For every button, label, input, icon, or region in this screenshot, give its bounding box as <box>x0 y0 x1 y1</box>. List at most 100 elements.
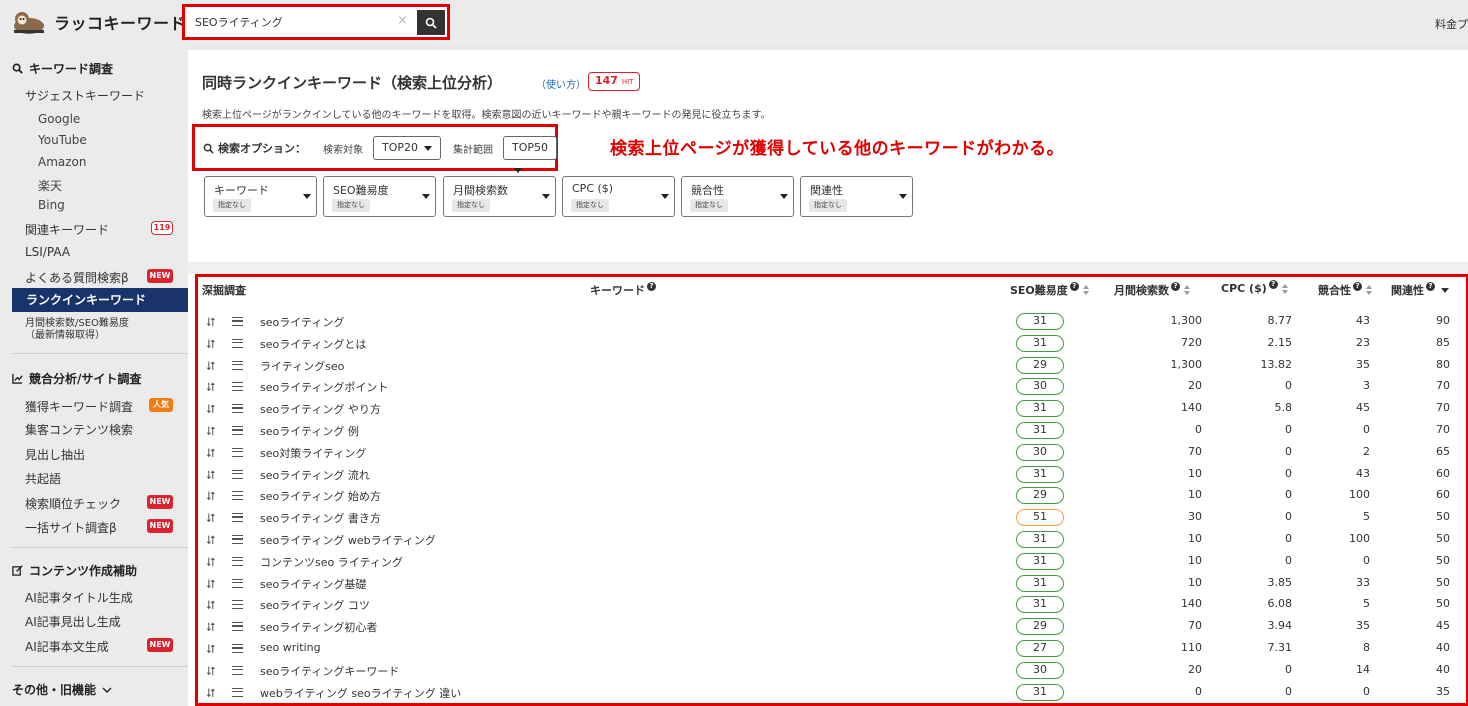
help-icon[interactable]: ? <box>1353 281 1362 291</box>
dig-loop-icon[interactable]: ⮃ <box>206 533 216 548</box>
other-section-header[interactable]: その他・旧機能 <box>12 681 112 698</box>
keyword-cell[interactable]: seoライティング やり方 <box>260 401 381 417</box>
dig-loop-icon[interactable]: ⮃ <box>206 686 216 701</box>
sidebar-item-rankin[interactable]: ランクインキーワード <box>12 288 188 312</box>
menu-icon[interactable] <box>232 360 243 370</box>
keyword-cell[interactable]: seoライティングキーワード <box>260 663 399 679</box>
sidebar-item-faq[interactable]: よくある質問検索β <box>25 269 129 286</box>
sort-icon[interactable] <box>1184 285 1191 295</box>
sort-icon[interactable] <box>1366 285 1373 295</box>
keyword-cell[interactable]: ライティングseo <box>260 358 344 374</box>
dig-loop-icon[interactable]: ⮃ <box>206 424 216 439</box>
menu-icon[interactable] <box>232 600 243 610</box>
dig-loop-icon[interactable]: ⮃ <box>206 664 216 679</box>
sidebar-item-cooccur[interactable]: 共起語 <box>25 470 61 487</box>
menu-icon[interactable] <box>232 382 243 392</box>
keyword-cell[interactable]: seoライティング基礎 <box>260 576 366 592</box>
sidebar-item-rank-check[interactable]: 検索順位チェック <box>25 495 121 512</box>
dig-loop-icon[interactable]: ⮃ <box>206 402 216 417</box>
dig-loop-icon[interactable]: ⮃ <box>206 598 216 613</box>
search-button[interactable] <box>417 10 445 35</box>
range-select[interactable]: TOP50 <box>503 136 558 173</box>
keyword-cell[interactable]: コンテンツseo ライティング <box>260 554 403 570</box>
filter-keyword[interactable]: キーワード 指定なし <box>204 176 317 217</box>
menu-icon[interactable] <box>232 404 243 414</box>
sort-icon[interactable] <box>1281 283 1289 294</box>
sidebar-item-heading-extract[interactable]: 見出し抽出 <box>25 446 85 463</box>
dig-loop-icon[interactable]: ⮃ <box>206 620 216 635</box>
sort-desc-icon[interactable] <box>1441 287 1449 293</box>
menu-icon[interactable] <box>232 491 243 501</box>
dig-loop-icon[interactable]: ⮃ <box>206 511 216 526</box>
logo[interactable]: ラッコキーワード <box>10 8 186 36</box>
header-seo[interactable]: SEO難易度? <box>1010 281 1090 298</box>
keyword-cell[interactable]: seoライティング コツ <box>260 597 370 613</box>
keyword-cell[interactable]: seoライティングとは <box>260 336 366 352</box>
sidebar-item-monthly[interactable]: 月間検索数/SEO難易度 （最新情報取得） <box>25 318 129 342</box>
dig-loop-icon[interactable]: ⮃ <box>206 446 216 461</box>
help-icon[interactable]: ? <box>1268 280 1278 289</box>
keyword-cell[interactable]: seoライティング初心者 <box>260 619 377 635</box>
menu-icon[interactable] <box>232 317 243 326</box>
keyword-cell[interactable]: webライティング seoライティング 違い <box>260 685 461 701</box>
help-icon[interactable]: ? <box>1069 281 1079 291</box>
help-icon[interactable]: ? <box>647 281 656 291</box>
sidebar-item-ai-heading[interactable]: AI記事見出し生成 <box>25 613 121 630</box>
search-input[interactable] <box>189 11 415 33</box>
sidebar-item-bing[interactable]: Bing <box>38 198 65 212</box>
sort-icon[interactable] <box>1082 285 1090 295</box>
header-keyword[interactable]: キーワード? <box>590 281 656 298</box>
keyword-cell[interactable]: seoライティング 流れ <box>260 467 370 483</box>
sidebar-item-ai-title[interactable]: AI記事タイトル生成 <box>25 589 133 606</box>
filter-volume[interactable]: 月間検索数 指定なし <box>443 176 556 217</box>
keyword-cell[interactable]: seoライティングポイント <box>260 379 388 395</box>
sidebar-item-content-search[interactable]: 集客コンテンツ検索 <box>25 421 133 438</box>
keyword-cell[interactable]: seoライティング 例 <box>260 423 359 439</box>
target-select[interactable]: TOP20 <box>373 136 441 160</box>
menu-icon[interactable] <box>232 556 243 566</box>
sidebar-item-amazon[interactable]: Amazon <box>38 155 87 169</box>
header-cpc[interactable]: CPC ($)? <box>1221 280 1289 295</box>
keyword-cell[interactable]: seoライティング 始め方 <box>260 488 381 504</box>
sidebar-item-rakuten[interactable]: 楽天 <box>38 177 62 194</box>
header-volume[interactable]: 月間検索数? <box>1114 281 1191 298</box>
dig-loop-icon[interactable]: ⮃ <box>206 577 216 592</box>
help-icon[interactable]: ? <box>1426 281 1435 291</box>
filter-competition[interactable]: 競合性 指定なし <box>681 176 794 217</box>
dig-loop-icon[interactable]: ⮃ <box>206 337 216 352</box>
menu-icon[interactable] <box>232 469 243 479</box>
dig-loop-icon[interactable]: ⮃ <box>206 642 216 657</box>
dig-loop-icon[interactable]: ⮃ <box>206 468 216 483</box>
pricing-link[interactable]: 料金プ <box>1435 16 1468 32</box>
menu-icon[interactable] <box>232 643 243 653</box>
header-competition[interactable]: 競合性? <box>1318 281 1373 298</box>
dig-loop-icon[interactable]: ⮃ <box>206 555 216 570</box>
filter-cpc[interactable]: CPC ($) 指定なし <box>562 176 675 217</box>
dig-loop-icon[interactable]: ⮃ <box>206 380 216 395</box>
keyword-cell[interactable]: seo対策ライティング <box>260 445 366 461</box>
keyword-cell[interactable]: seoライティング <box>260 314 344 330</box>
sidebar-item-related[interactable]: 関連キーワード <box>25 221 109 238</box>
menu-icon[interactable] <box>232 578 243 588</box>
menu-icon[interactable] <box>232 338 243 348</box>
sidebar-item-suggest[interactable]: サジェストキーワード <box>25 87 145 104</box>
sidebar-item-acquired[interactable]: 獲得キーワード調査 <box>25 398 133 415</box>
filter-seo[interactable]: SEO難易度 指定なし <box>323 176 436 217</box>
menu-icon[interactable] <box>232 622 243 632</box>
menu-icon[interactable] <box>232 687 243 697</box>
keyword-cell[interactable]: seoライティング 書き方 <box>260 510 381 526</box>
sidebar-item-youtube[interactable]: YouTube <box>38 133 87 147</box>
sidebar-item-bulk-site[interactable]: 一括サイト調査β <box>25 519 117 536</box>
menu-icon[interactable] <box>232 534 243 544</box>
dig-loop-icon[interactable]: ⮃ <box>206 489 216 504</box>
menu-icon[interactable] <box>232 425 243 435</box>
filter-relevance[interactable]: 関連性 指定なし <box>800 176 913 217</box>
help-icon[interactable]: ? <box>1171 281 1180 291</box>
keyword-cell[interactable]: seo writing <box>260 641 321 654</box>
sidebar-item-lsi[interactable]: LSI/PAA <box>25 245 70 259</box>
dig-loop-icon[interactable]: ⮃ <box>206 359 216 374</box>
sidebar-item-ai-body[interactable]: AI記事本文生成 <box>25 638 109 655</box>
menu-icon[interactable] <box>232 447 243 457</box>
sidebar-item-google[interactable]: Google <box>38 112 80 126</box>
header-relevance[interactable]: 関連性? <box>1391 281 1449 298</box>
